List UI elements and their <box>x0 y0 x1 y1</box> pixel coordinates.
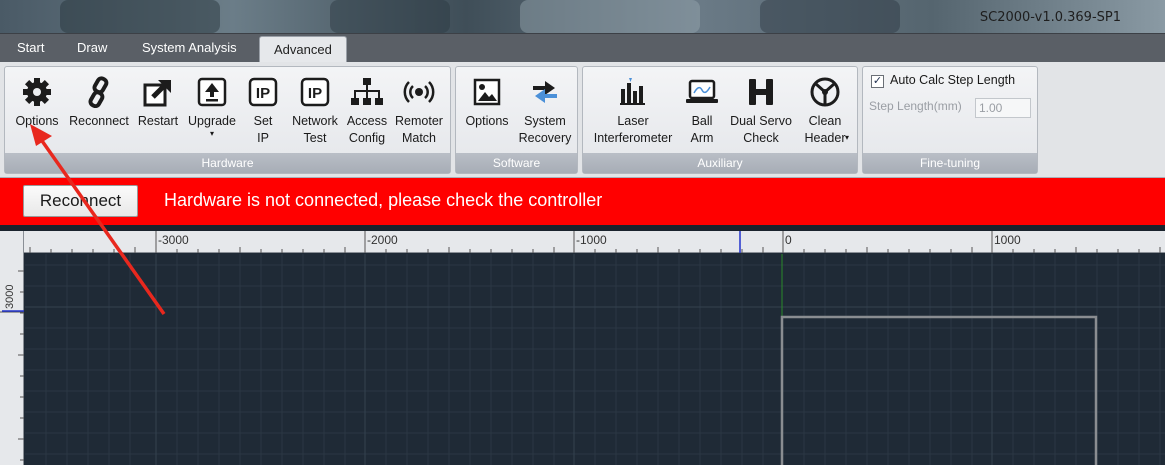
gear-icon <box>9 75 65 109</box>
button-label: System Recovery <box>518 114 572 145</box>
restart-arrow-icon <box>133 75 183 109</box>
step-length-input[interactable]: 1.00 <box>975 98 1031 118</box>
aux-laser-interferometer-button[interactable]: Laser Interferometer <box>585 75 681 147</box>
link-icon <box>65 75 133 109</box>
wireless-icon <box>391 75 447 109</box>
window-title: SC2000-v1.0.369-SP1 <box>979 10 1121 25</box>
button-label: Upgrade <box>188 114 236 128</box>
auto-calc-checkbox[interactable]: ✓ <box>871 75 884 88</box>
ruler-x-label: -2000 <box>367 233 398 247</box>
hardware-group: Options Reconnect Restart Upgrade ▾ IP S… <box>4 66 451 174</box>
hardware-options-button[interactable]: Options <box>9 75 65 130</box>
tab-draw[interactable]: Draw <box>77 40 107 55</box>
ip-icon: IP <box>287 75 343 109</box>
button-label: Access Config <box>346 114 388 145</box>
software-options-button[interactable]: Options <box>458 75 516 130</box>
title-bar-decoration <box>330 0 450 33</box>
button-label: Set IP <box>253 114 273 145</box>
chevron-down-icon: ▾ <box>844 133 849 142</box>
ip-icon: IP <box>241 75 285 109</box>
ruler-x-label: -3000 <box>158 233 189 247</box>
ruler-x-label: -1000 <box>576 233 607 247</box>
step-length-label: Step Length(mm) <box>869 99 962 113</box>
title-bar-decoration <box>760 0 900 33</box>
button-label: Ball Arm <box>690 114 714 145</box>
alert-message: Hardware is not connected, please check … <box>164 190 603 210</box>
button-label: Restart <box>137 114 179 128</box>
svg-text:IP: IP <box>256 85 270 102</box>
hardware-group-label: Hardware <box>5 153 450 173</box>
tab-advanced[interactable]: Advanced <box>259 36 347 64</box>
connection-alert-bar: Reconnect Hardware is not connected, ple… <box>0 178 1165 225</box>
software-group: Options System Recovery Software <box>455 66 578 174</box>
hardware-restart-button[interactable]: Restart <box>133 75 183 130</box>
title-bar: SC2000-v1.0.369-SP1 <box>0 0 1165 33</box>
upload-icon <box>183 75 241 109</box>
hardware-remoter-match-button[interactable]: Remoter Match <box>391 75 447 147</box>
finetuning-group-label: Fine-tuning <box>863 153 1037 173</box>
auxiliary-group: Laser Interferometer Ball Arm Dual Servo… <box>582 66 858 174</box>
hardware-network-test-button[interactable]: IP Network Test <box>287 75 343 147</box>
hardware-set-ip-button[interactable]: IP Set IP <box>241 75 285 147</box>
button-label: Remoter Match <box>395 114 443 145</box>
finetuning-group: ✓ Auto Calc Step Length Step Length(mm) … <box>862 66 1038 174</box>
aux-ball-arm-button[interactable]: Ball Arm <box>681 75 723 147</box>
horizontal-ruler: -3000 -2000 -1000 0 1000 <box>24 231 1165 253</box>
alert-reconnect-button[interactable]: Reconnect <box>23 185 138 217</box>
ruler-y-label: 3000 <box>4 285 16 309</box>
drawing-canvas-area: -3000 -2000 -1000 0 1000 3000 <box>0 225 1165 465</box>
laptop-icon <box>681 75 723 109</box>
ruler-x-label: 0 <box>785 233 792 247</box>
aux-clean-header-button[interactable]: Clean Header ▾ <box>797 75 853 147</box>
chevron-down-icon: ▾ <box>209 129 214 138</box>
recovery-arrows-icon <box>514 75 576 109</box>
hardware-upgrade-button[interactable]: Upgrade ▾ <box>183 75 241 138</box>
clean-header-icon <box>797 75 853 109</box>
button-label: Dual Servo Check <box>730 114 792 145</box>
tab-system-analysis[interactable]: System Analysis <box>142 40 237 55</box>
software-system-recovery-button[interactable]: System Recovery <box>514 75 576 147</box>
auxiliary-group-label: Auxiliary <box>583 153 857 173</box>
button-label: Network Test <box>292 114 338 145</box>
hardware-reconnect-button[interactable]: Reconnect <box>65 75 133 130</box>
dual-servo-icon <box>725 75 797 109</box>
vertical-ruler: 3000 <box>0 231 24 465</box>
title-bar-decoration <box>60 0 220 33</box>
interferometer-icon <box>585 75 681 109</box>
drawing-grid[interactable] <box>25 254 1165 465</box>
tab-bar: Start Draw System Analysis Advanced <box>0 33 1165 64</box>
aux-dual-servo-check-button[interactable]: Dual Servo Check <box>725 75 797 147</box>
auto-calc-label: Auto Calc Step Length <box>890 73 1016 87</box>
hardware-access-config-button[interactable]: Access Config <box>343 75 391 147</box>
software-group-label: Software <box>456 153 577 173</box>
tab-start[interactable]: Start <box>17 40 44 55</box>
ribbon: Options Reconnect Restart Upgrade ▾ IP S… <box>0 62 1165 178</box>
button-label: Laser Interferometer <box>593 114 673 145</box>
button-label: Options <box>465 114 509 128</box>
button-label: Reconnect <box>69 114 129 128</box>
title-bar-decoration <box>520 0 700 33</box>
ruler-x-label: 1000 <box>994 233 1021 247</box>
button-label: Options <box>15 114 59 128</box>
svg-text:IP: IP <box>308 85 322 102</box>
network-icon <box>343 75 391 109</box>
picture-icon <box>458 75 516 109</box>
